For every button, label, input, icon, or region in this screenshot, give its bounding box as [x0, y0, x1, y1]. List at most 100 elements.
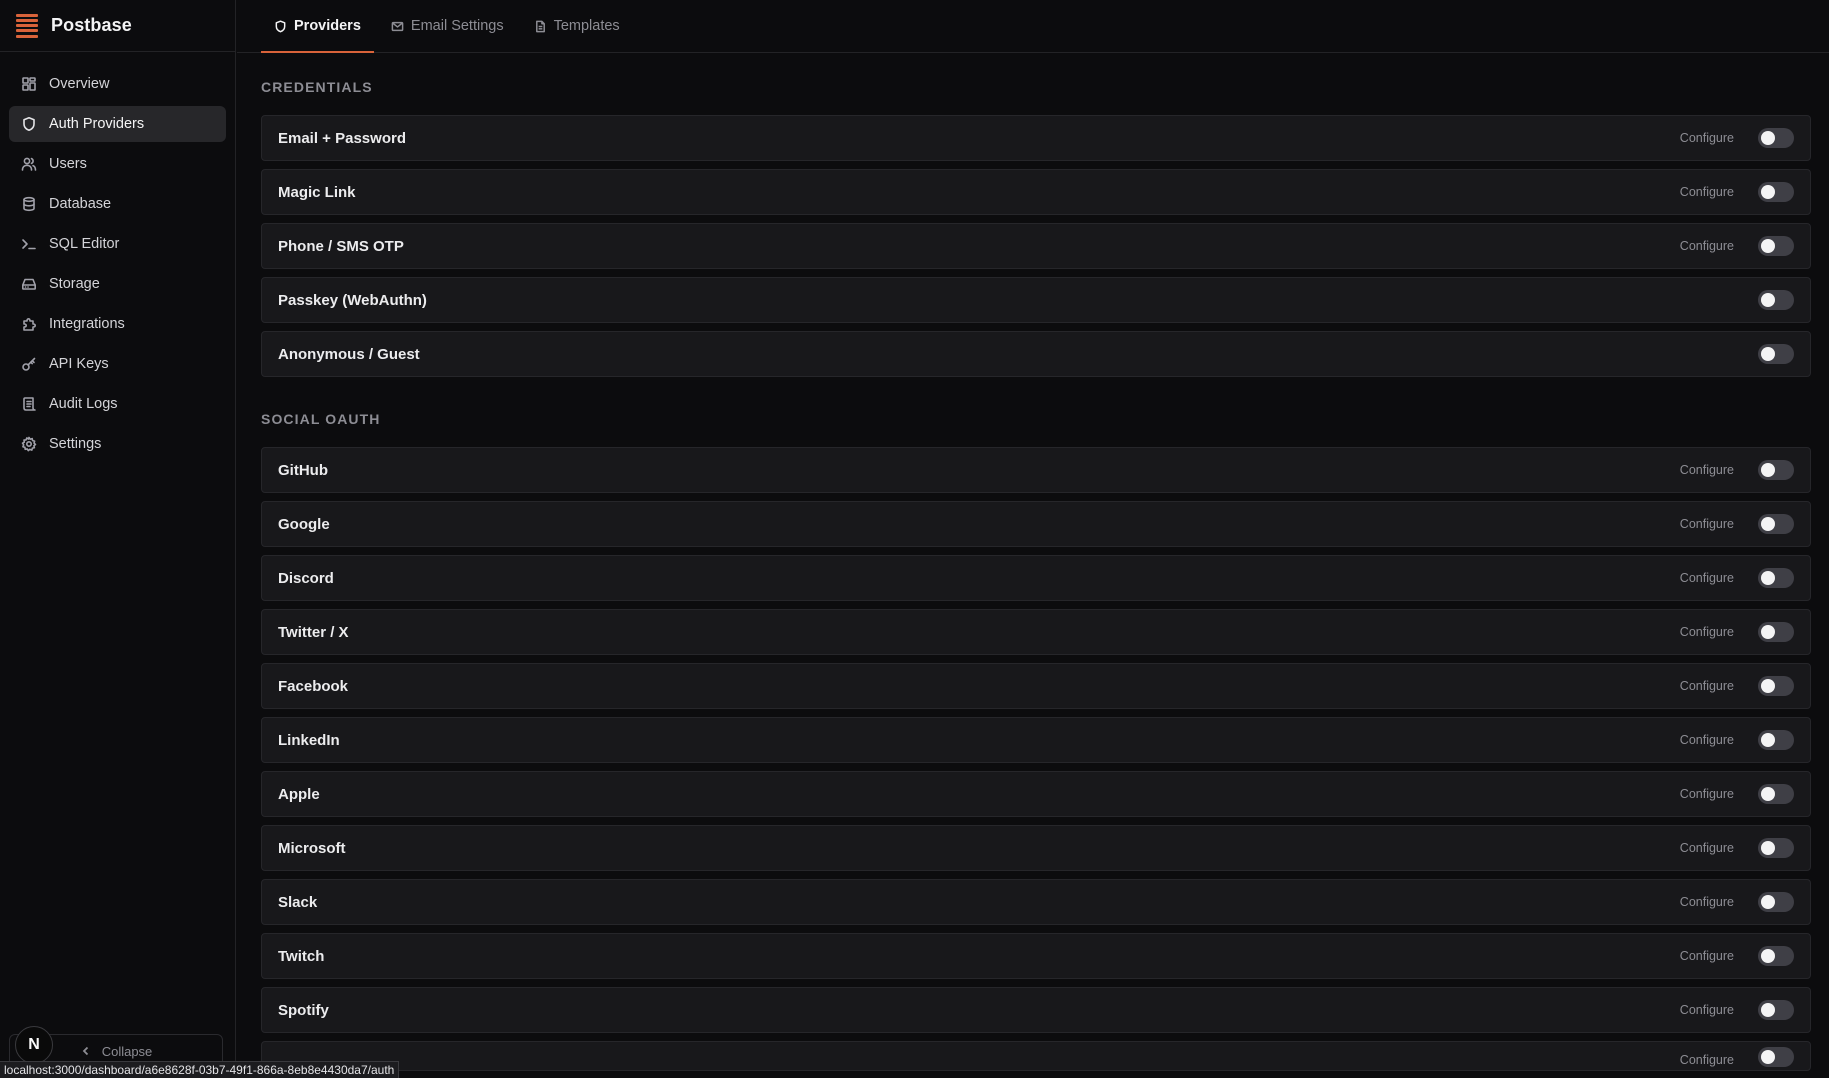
- sidebar-item-label: Audit Logs: [49, 396, 118, 412]
- provider-name: Apple: [278, 785, 320, 803]
- provider-name: Phone / SMS OTP: [278, 237, 404, 255]
- provider-name: Magic Link: [278, 183, 356, 201]
- provider-name: Notion: [278, 1063, 1680, 1070]
- app-name: Postbase: [51, 15, 132, 35]
- sidebar-item-users[interactable]: Users: [9, 146, 226, 182]
- configure-link[interactable]: Configure: [1680, 949, 1734, 963]
- provider-row-anonymous-guest: Anonymous / Guest: [261, 331, 1811, 377]
- sidebar-item-audit-logs[interactable]: Audit Logs: [9, 386, 226, 422]
- provider-toggle[interactable]: [1758, 946, 1794, 966]
- sidebar-item-label: Integrations: [49, 316, 125, 332]
- provider-toggle[interactable]: [1758, 730, 1794, 750]
- provider-toggle[interactable]: [1758, 622, 1794, 642]
- tab-bar: Providers Email Settings Templates: [237, 0, 1829, 53]
- provider-name: Email + Password: [278, 129, 406, 147]
- provider-toggle[interactable]: [1758, 460, 1794, 480]
- provider-row-spotify: Spotify Configure: [261, 987, 1811, 1033]
- sidebar-item-label: Auth Providers: [49, 116, 145, 132]
- tab-label: Templates: [553, 18, 620, 34]
- sidebar-item-sql-editor[interactable]: SQL Editor: [9, 226, 226, 262]
- hard-drive-icon: [21, 276, 37, 292]
- provider-name: LinkedIn: [278, 731, 340, 749]
- sidebar-item-api-keys[interactable]: API Keys: [9, 346, 226, 382]
- provider-toggle[interactable]: [1758, 344, 1794, 364]
- provider-toggle[interactable]: [1758, 676, 1794, 696]
- terminal-icon: [21, 236, 37, 252]
- provider-row-twitch: Twitch Configure: [261, 933, 1811, 979]
- provider-name: Google: [278, 515, 330, 533]
- configure-link[interactable]: Configure: [1680, 131, 1734, 145]
- sidebar-item-integrations[interactable]: Integrations: [9, 306, 226, 342]
- provider-toggle[interactable]: [1758, 236, 1794, 256]
- sidebar-item-database[interactable]: Database: [9, 186, 226, 222]
- configure-link[interactable]: Configure: [1680, 571, 1734, 585]
- provider-toggle[interactable]: [1758, 290, 1794, 310]
- gear-icon: [21, 436, 37, 452]
- database-icon: [21, 196, 37, 212]
- provider-name: Spotify: [278, 1001, 329, 1019]
- brand[interactable]: Postbase: [0, 0, 235, 52]
- main-content: Providers Email Settings Templates CREDE…: [237, 0, 1829, 1078]
- sidebar-item-overview[interactable]: Overview: [9, 66, 226, 102]
- provider-toggle[interactable]: [1758, 182, 1794, 202]
- provider-name: Twitter / X: [278, 623, 349, 641]
- provider-toggle[interactable]: [1758, 128, 1794, 148]
- sidebar-item-storage[interactable]: Storage: [9, 266, 226, 302]
- configure-link[interactable]: Configure: [1680, 787, 1734, 801]
- provider-toggle[interactable]: [1758, 1000, 1794, 1020]
- configure-link[interactable]: Configure: [1680, 1053, 1734, 1067]
- mail-icon: [391, 21, 404, 31]
- key-icon: [21, 356, 37, 372]
- provider-name: Facebook: [278, 677, 349, 695]
- status-bar-url: localhost:3000/dashboard/a6e8628f-03b7-4…: [0, 1061, 400, 1078]
- configure-link[interactable]: Configure: [1680, 841, 1734, 855]
- file-icon: [535, 20, 545, 32]
- provider-row-apple: Apple Configure: [261, 771, 1811, 817]
- chevron-left-icon: [82, 1046, 88, 1056]
- provider-row-email-password: Email + Password Configure: [261, 115, 1811, 161]
- provider-toggle[interactable]: [1758, 838, 1794, 858]
- provider-row-linkedin: LinkedIn Configure: [261, 717, 1811, 763]
- provider-toggle[interactable]: [1758, 1047, 1794, 1067]
- sidebar-item-label: Users: [49, 156, 87, 172]
- provider-name: Discord: [278, 569, 334, 587]
- collapse-label: Collapse: [101, 1043, 153, 1059]
- configure-link[interactable]: Configure: [1680, 895, 1734, 909]
- configure-link[interactable]: Configure: [1680, 463, 1734, 477]
- provider-toggle[interactable]: [1758, 568, 1794, 588]
- provider-toggle[interactable]: [1758, 514, 1794, 534]
- sidebar-nav: Overview Auth Providers Users Database S…: [0, 52, 235, 462]
- shield-icon: [275, 19, 286, 32]
- users-icon: [21, 156, 37, 172]
- configure-link[interactable]: Configure: [1680, 625, 1734, 639]
- provider-name: Slack: [278, 893, 318, 911]
- provider-row-google: Google Configure: [261, 501, 1811, 547]
- provider-toggle[interactable]: [1758, 892, 1794, 912]
- sidebar-item-label: Overview: [49, 76, 110, 92]
- provider-row-phone-sms-otp: Phone / SMS OTP Configure: [261, 223, 1811, 269]
- provider-name: Microsoft: [278, 839, 346, 857]
- provider-name: Twitch: [278, 947, 325, 965]
- sidebar-item-auth-providers[interactable]: Auth Providers: [9, 106, 226, 142]
- provider-row-passkey: Passkey (WebAuthn): [261, 277, 1811, 323]
- configure-link[interactable]: Configure: [1680, 679, 1734, 693]
- configure-link[interactable]: Configure: [1680, 239, 1734, 253]
- shield-icon: [21, 116, 37, 132]
- avatar[interactable]: N: [15, 1026, 53, 1064]
- tab-email-settings[interactable]: Email Settings: [378, 0, 517, 52]
- tab-templates[interactable]: Templates: [521, 0, 633, 52]
- provider-name: Anonymous / Guest: [278, 345, 420, 363]
- grid-icon: [21, 76, 37, 92]
- provider-row-twitter-x: Twitter / X Configure: [261, 609, 1811, 655]
- provider-row-github: GitHub Configure: [261, 447, 1811, 493]
- tab-label: Email Settings: [410, 18, 504, 34]
- tab-providers[interactable]: Providers: [261, 0, 374, 53]
- provider-row-discord: Discord Configure: [261, 555, 1811, 601]
- configure-link[interactable]: Configure: [1680, 733, 1734, 747]
- sidebar-item-settings[interactable]: Settings: [9, 426, 226, 462]
- configure-link[interactable]: Configure: [1680, 517, 1734, 531]
- sidebar-item-label: Database: [49, 196, 112, 212]
- configure-link[interactable]: Configure: [1680, 1003, 1734, 1017]
- provider-toggle[interactable]: [1758, 784, 1794, 804]
- configure-link[interactable]: Configure: [1680, 185, 1734, 199]
